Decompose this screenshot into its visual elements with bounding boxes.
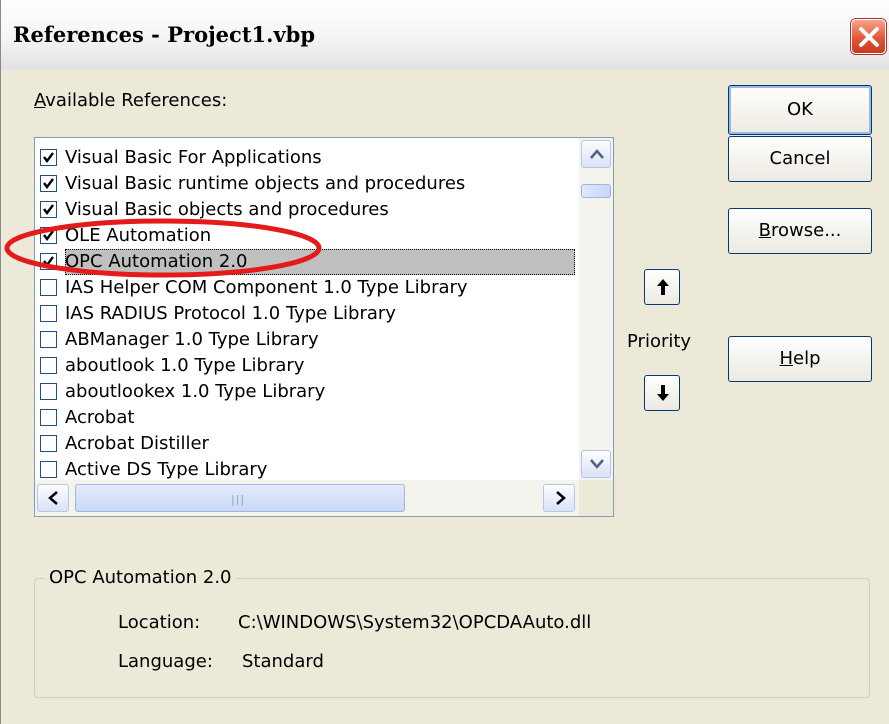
checkmark-icon <box>43 256 54 267</box>
reference-label: IAS Helper COM Component 1.0 Type Librar… <box>65 277 468 298</box>
reference-checkbox[interactable] <box>40 305 57 322</box>
close-x-icon <box>859 27 879 47</box>
cancel-button[interactable]: Cancel <box>728 136 872 182</box>
checkmark-icon <box>43 230 54 241</box>
available-references-label: Available References: <box>34 90 228 111</box>
reference-checkbox[interactable] <box>40 227 57 244</box>
checkmark-icon <box>43 152 54 163</box>
arrow-up-icon <box>657 279 669 295</box>
list-item[interactable]: Visual Basic runtime objects and procedu… <box>35 171 579 197</box>
checkmark-icon <box>43 204 54 215</box>
group-title: OPC Automation 2.0 <box>45 567 236 588</box>
reference-checkbox[interactable] <box>40 331 57 348</box>
reference-label: Acrobat <box>65 407 135 428</box>
reference-label: Visual Basic runtime objects and procedu… <box>65 173 466 194</box>
list-item[interactable]: ABManager 1.0 Type Library <box>35 327 579 353</box>
scrollbar-corner <box>579 480 613 516</box>
scroll-down-button[interactable] <box>581 450 611 478</box>
reference-checkbox[interactable] <box>40 409 57 426</box>
reference-checkbox[interactable] <box>40 175 57 192</box>
chevron-left-icon <box>48 491 58 505</box>
location-label: Location: <box>118 612 201 633</box>
list-item[interactable]: Acrobat Distiller <box>35 431 579 457</box>
language-value: Standard <box>242 651 324 672</box>
scroll-right-button[interactable] <box>543 484 575 512</box>
grip-icon: ||| <box>231 493 246 506</box>
priority-label: Priority <box>627 331 692 352</box>
references-list[interactable]: Visual Basic For Applications Visual Basi… <box>34 137 614 517</box>
reference-label: Visual Basic For Applications <box>65 147 322 168</box>
reference-label: Acrobat Distiller <box>65 433 209 454</box>
list-item[interactable]: OPC Automation 2.0 <box>35 249 579 275</box>
reference-label: aboutlook 1.0 Type Library <box>65 355 305 376</box>
reference-label: OPC Automation 2.0 <box>65 249 575 275</box>
reference-checkbox[interactable] <box>40 279 57 296</box>
location-value: C:\WINDOWS\System32\OPCDAAuto.dll <box>238 612 592 633</box>
chevron-up-icon <box>590 149 604 159</box>
reference-checkbox[interactable] <box>40 461 57 478</box>
scroll-up-button[interactable] <box>581 140 611 168</box>
list-item[interactable]: Acrobat <box>35 405 579 431</box>
horizontal-scroll-thumb[interactable]: ||| <box>75 484 405 512</box>
list-item[interactable]: aboutlook 1.0 Type Library <box>35 353 579 379</box>
vertical-scrollbar[interactable] <box>579 138 613 480</box>
list-item[interactable]: IAS RADIUS Protocol 1.0 Type Library <box>35 301 579 327</box>
vertical-scroll-thumb[interactable] <box>581 184 611 198</box>
reference-checkbox[interactable] <box>40 383 57 400</box>
reference-checkbox[interactable] <box>40 435 57 452</box>
help-button[interactable]: Help <box>728 336 872 382</box>
close-button[interactable] <box>851 19 886 54</box>
reference-checkbox[interactable] <box>40 201 57 218</box>
list-item[interactable]: Visual Basic For Applications <box>35 145 579 171</box>
references-dialog: References - Project1.vbp Available Refe… <box>0 0 889 724</box>
title-bar[interactable]: References - Project1.vbp <box>1 0 889 70</box>
list-item[interactable]: aboutlookex 1.0 Type Library <box>35 379 579 405</box>
language-label: Language: <box>118 651 213 672</box>
arrow-down-icon <box>657 385 669 401</box>
list-item[interactable]: Visual Basic objects and procedures <box>35 197 579 223</box>
reference-checkbox[interactable] <box>40 357 57 374</box>
browse-button[interactable]: Browse... <box>728 208 872 254</box>
reference-label: IAS RADIUS Protocol 1.0 Type Library <box>65 303 396 324</box>
list-item[interactable]: IAS Helper COM Component 1.0 Type Librar… <box>35 275 579 301</box>
checkmark-icon <box>43 178 54 189</box>
window-title: References - Project1.vbp <box>13 22 316 47</box>
reference-label: Visual Basic objects and procedures <box>65 199 389 220</box>
priority-down-button[interactable] <box>644 375 680 411</box>
reference-checkbox[interactable] <box>40 253 57 270</box>
ok-button[interactable]: OK <box>728 85 872 135</box>
priority-up-button[interactable] <box>644 269 680 305</box>
list-item[interactable]: OLE Automation <box>35 223 579 249</box>
reference-label: ABManager 1.0 Type Library <box>65 329 319 350</box>
reference-label: OLE Automation <box>65 225 212 246</box>
chevron-down-icon <box>590 459 604 469</box>
scroll-left-button[interactable] <box>37 484 69 512</box>
horizontal-scrollbar[interactable]: ||| <box>35 480 579 516</box>
chevron-right-icon <box>556 491 566 505</box>
reference-checkbox[interactable] <box>40 149 57 166</box>
reference-label: aboutlookex 1.0 Type Library <box>65 381 326 402</box>
reference-details-group <box>34 578 870 698</box>
